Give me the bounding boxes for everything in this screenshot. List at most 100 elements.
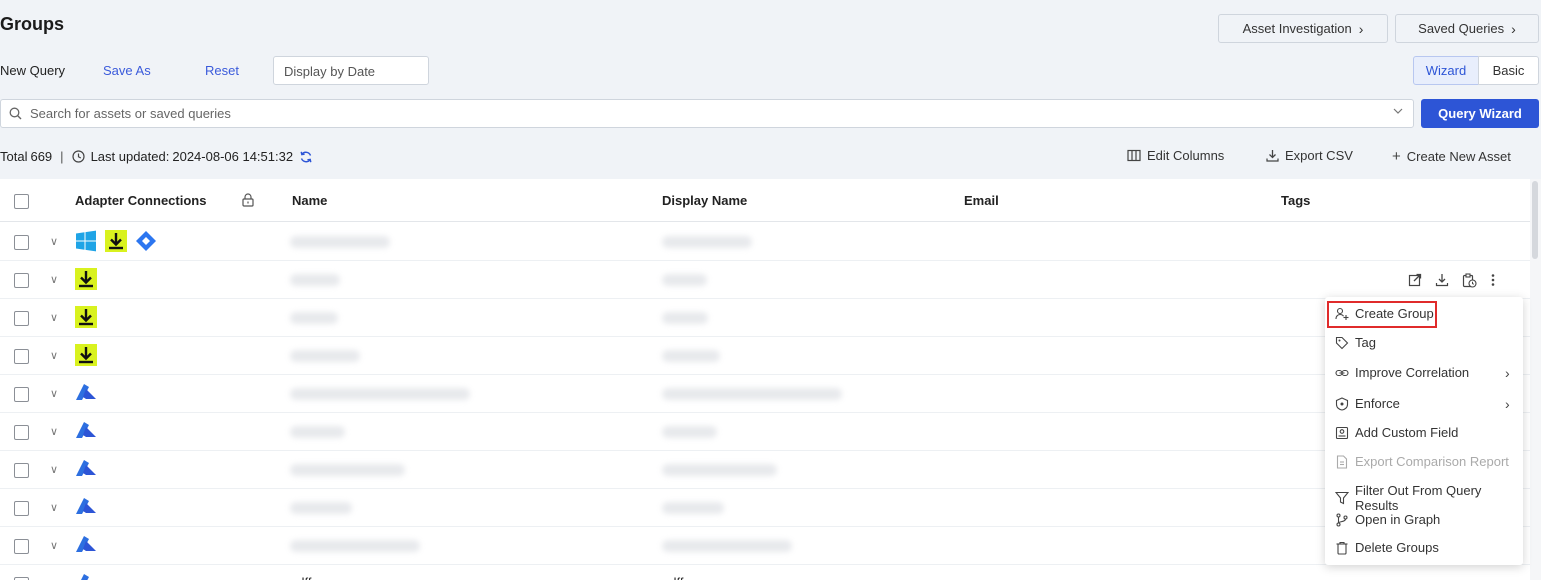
more-vertical-icon[interactable] (1490, 273, 1496, 287)
chevron-down-icon[interactable]: ∨ (50, 349, 58, 362)
azure-icon (75, 497, 97, 517)
menu-item-enforce[interactable]: Enforce › (1335, 396, 1510, 412)
blurred-display-name (662, 236, 752, 248)
blurred-display-name (662, 426, 717, 438)
export-csv-label: Export CSV (1285, 148, 1353, 163)
create-new-asset-button[interactable]: + Create New Asset (1392, 148, 1511, 165)
chevron-down-icon[interactable]: ∨ (50, 273, 58, 286)
search-input[interactable]: Search for assets or saved queries (0, 99, 1414, 128)
assets-table: Adapter Connections Name Display Name Em… (0, 179, 1530, 580)
menu-item-create-group[interactable]: Create Group (1335, 306, 1434, 321)
download-icon[interactable] (1435, 273, 1449, 287)
saved-queries-label: Saved Queries (1418, 21, 1505, 36)
table-row[interactable]: ∨ (0, 489, 1530, 527)
menu-item-add-custom-field[interactable]: Add Custom Field (1335, 425, 1458, 440)
menu-item-improve-correlation[interactable]: Improve Correlation › (1335, 365, 1510, 381)
table-row[interactable]: ∨ (0, 451, 1530, 489)
chevron-down-icon[interactable]: ∨ (50, 387, 58, 400)
row-context-menu: Create Group Tag Improve Correlation › E… (1325, 297, 1523, 565)
tag-icon (1335, 336, 1349, 350)
edit-columns-label: Edit Columns (1147, 148, 1225, 163)
menu-item-filter-out[interactable]: Filter Out From Query Results (1335, 483, 1523, 513)
table-row[interactable]: ∨ (0, 261, 1530, 299)
row-checkbox[interactable] (14, 273, 29, 288)
blurred-display-name (662, 312, 708, 324)
table-row[interactable]: ∨ (0, 413, 1530, 451)
download-adapter-icon (75, 268, 97, 290)
custom-field-icon (1335, 426, 1349, 440)
windows-icon (75, 230, 97, 252)
chevron-down-icon[interactable]: ∨ (50, 501, 58, 514)
column-header-tags[interactable]: Tags (1281, 193, 1310, 208)
new-query-label[interactable]: New Query (0, 63, 65, 78)
refresh-icon[interactable] (299, 150, 313, 164)
chevron-down-icon[interactable]: ∨ (50, 463, 58, 476)
column-header-name[interactable]: Name (292, 193, 327, 208)
asset-investigation-button[interactable]: Asset Investigation › (1218, 14, 1388, 43)
blurred-display-name (662, 350, 720, 362)
menu-item-label: Tag (1355, 335, 1376, 350)
chevron-down-icon[interactable]: ∨ (50, 539, 58, 552)
menu-item-label: Create Group (1355, 306, 1434, 321)
menu-item-label: Improve Correlation (1355, 365, 1470, 380)
azure-icon (75, 459, 97, 479)
total-value: 669 (30, 149, 53, 164)
clipboard-clock-icon[interactable] (1462, 272, 1477, 288)
chevron-down-icon[interactable]: ∨ (50, 311, 58, 324)
menu-item-delete-groups[interactable]: Delete Groups (1335, 540, 1439, 555)
menu-item-label: Open in Graph (1355, 512, 1441, 527)
column-header-display-name[interactable]: Display Name (662, 193, 747, 208)
blurred-name (290, 236, 390, 248)
clock-icon (71, 150, 85, 163)
column-header-adapter-connections[interactable]: Adapter Connections (75, 193, 206, 208)
download-icon (1266, 149, 1279, 162)
row-checkbox[interactable] (14, 539, 29, 554)
open-external-icon[interactable] (1408, 273, 1422, 287)
azure-icon (75, 383, 97, 403)
scrollbar-thumb[interactable] (1532, 181, 1538, 259)
table-row[interactable]: ∨ (0, 527, 1530, 565)
edit-columns-button[interactable]: Edit Columns (1127, 148, 1224, 163)
table-row[interactable]: ∨ (0, 299, 1530, 337)
table-row[interactable]: ∨ (0, 375, 1530, 413)
search-icon (9, 107, 22, 120)
column-header-email[interactable]: Email (964, 193, 999, 208)
query-wizard-button[interactable]: Query Wizard (1421, 99, 1539, 128)
row-checkbox[interactable] (14, 463, 29, 478)
blurred-name (290, 464, 405, 476)
filter-icon (1335, 491, 1349, 505)
row-checkbox[interactable] (14, 311, 29, 326)
enforce-icon (1335, 396, 1349, 411)
blurred-display-name (662, 540, 792, 552)
menu-item-label: Export Comparison Report (1355, 454, 1509, 469)
row-checkbox[interactable] (14, 501, 29, 516)
wizard-toggle[interactable]: Wizard (1413, 56, 1479, 85)
row-checkbox[interactable] (14, 235, 29, 250)
chevron-right-icon: › (1358, 20, 1364, 37)
export-csv-button[interactable]: Export CSV (1266, 148, 1353, 163)
table-row[interactable]: ∨ adff_group adff_group (0, 565, 1530, 580)
graph-icon (1335, 512, 1349, 527)
chevron-down-icon[interactable]: ∨ (50, 235, 58, 248)
chevron-down-icon[interactable] (1393, 106, 1403, 116)
select-all-checkbox[interactable] (14, 194, 29, 209)
blurred-name (290, 312, 338, 324)
row-checkbox[interactable] (14, 349, 29, 364)
display-by-date-field[interactable]: Display by Date (273, 56, 429, 85)
save-as-link[interactable]: Save As (103, 63, 151, 78)
row-checkbox[interactable] (14, 425, 29, 440)
basic-toggle[interactable]: Basic (1478, 56, 1539, 85)
status-bar: Total 669 | Last updated: 2024-08-06 14:… (0, 149, 313, 164)
row-checkbox[interactable] (14, 387, 29, 402)
saved-queries-button[interactable]: Saved Queries › (1395, 14, 1539, 43)
table-row[interactable]: ∨ (0, 223, 1530, 261)
menu-item-tag[interactable]: Tag (1335, 335, 1376, 350)
table-row[interactable]: ∨ (0, 337, 1530, 375)
reset-link[interactable]: Reset (205, 63, 239, 78)
search-placeholder: Search for assets or saved queries (30, 106, 231, 121)
blurred-name (290, 502, 352, 514)
lock-icon[interactable] (242, 193, 254, 207)
create-new-asset-label: Create New Asset (1406, 149, 1511, 164)
chevron-down-icon[interactable]: ∨ (50, 425, 58, 438)
menu-item-open-in-graph[interactable]: Open in Graph (1335, 512, 1440, 527)
